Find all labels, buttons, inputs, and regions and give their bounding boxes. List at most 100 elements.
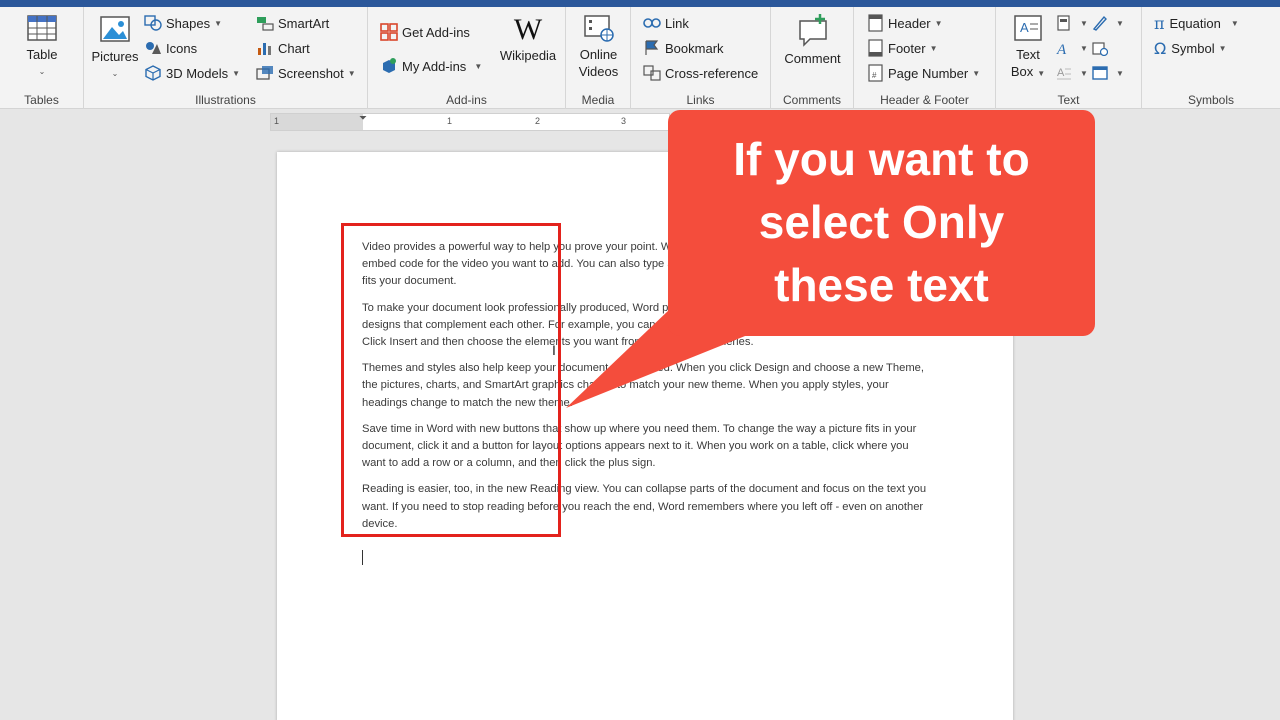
pi-icon: π: [1154, 13, 1165, 33]
chevron-down-icon: ▼: [1080, 68, 1088, 78]
group-illustrations: Pictures ⌄ Shapes ▼ Icons 3D Models ▼ Smar…: [84, 7, 368, 109]
chart-icon: [258, 43, 271, 55]
online-videos-label-1: Online: [579, 47, 618, 62]
quick-parts-button[interactable]: ▼: [1056, 12, 1088, 34]
online-videos-button[interactable]: Online Videos: [570, 13, 627, 80]
svg-text:A: A: [1056, 42, 1067, 56]
text-box-label-2: Box: [1010, 64, 1034, 79]
bookmark-label: Bookmark: [665, 40, 724, 56]
svg-text:#: #: [872, 71, 877, 80]
smartart-icon: [257, 17, 274, 31]
cross-reference-button[interactable]: Cross-reference: [643, 62, 758, 84]
header-button[interactable]: Header ▼: [868, 12, 943, 34]
chevron-down-icon: ▼: [934, 18, 943, 28]
chevron-down-icon: ⌄: [111, 69, 119, 78]
shapes-button[interactable]: Shapes ▼: [144, 12, 222, 34]
get-addins-button[interactable]: Get Add-ins: [380, 21, 470, 43]
bookmark-button[interactable]: Bookmark: [643, 37, 724, 59]
footer-icon: [868, 39, 883, 57]
link-button[interactable]: Link: [643, 12, 689, 34]
chart-label: Chart: [278, 40, 310, 56]
chevron-down-icon: ▼: [1116, 18, 1124, 28]
screenshot-label: Screenshot: [278, 65, 344, 81]
equation-label: Equation: [1169, 15, 1221, 31]
cube-icon: [145, 65, 161, 81]
group-links: Link Bookmark Cross-reference Links: [631, 7, 771, 109]
callout-line: If you want to: [733, 133, 1030, 185]
footer-button[interactable]: Footer ▼: [868, 37, 938, 59]
table-button-label: Table: [26, 47, 58, 62]
get-addins-label: Get Add-ins: [402, 24, 470, 40]
smartart-button[interactable]: SmartArt: [256, 12, 329, 34]
text-box-icon: A: [1014, 15, 1042, 41]
my-addins-button[interactable]: My Add-ins ▼: [380, 55, 482, 77]
3d-models-label: 3D Models: [166, 65, 229, 81]
omega-icon: Ω: [1154, 38, 1167, 58]
shapes-icon: [144, 15, 162, 31]
icons-label: Icons: [166, 40, 198, 56]
svg-text:A: A: [1057, 67, 1065, 79]
online-videos-label-2: Videos: [578, 64, 619, 79]
page-number-button[interactable]: # Page Number ▼: [868, 62, 980, 84]
wikipedia-button[interactable]: W Wikipedia: [496, 13, 560, 64]
wordart-button[interactable]: A ▼: [1056, 37, 1088, 59]
screenshot-icon: [256, 66, 273, 80]
online-video-icon: [583, 15, 614, 42]
cross-reference-icon: [643, 65, 661, 81]
chevron-down-icon: ▼: [929, 43, 938, 53]
page-number-icon: #: [868, 64, 883, 82]
chevron-down-icon: ▼: [214, 18, 223, 28]
link-label: Link: [665, 15, 689, 31]
text-cursor: [362, 550, 363, 565]
chevron-down-icon: ▼: [347, 68, 356, 78]
icons-button[interactable]: Icons: [144, 37, 197, 59]
equation-button[interactable]: π Equation ▼: [1154, 12, 1239, 34]
ruler-mark: 1: [447, 116, 453, 126]
header-label: Header: [888, 15, 931, 31]
horizontal-ruler[interactable]: 1 1 2 3 ⏷: [270, 113, 670, 131]
svg-text:A: A: [1020, 20, 1029, 35]
cross-reference-label: Cross-reference: [665, 65, 759, 81]
chevron-down-icon: ▼: [232, 68, 241, 78]
date-time-icon: [1092, 42, 1108, 56]
smartart-label: SmartArt: [278, 15, 330, 31]
ribbon-insert-tab: Table ⌄ Tables Pictures ⌄ Shapes ▼ Icons …: [0, 7, 1280, 109]
group-tables: Table ⌄ Tables: [0, 7, 84, 109]
wikipedia-label: Wikipedia: [499, 48, 557, 63]
object-icon: [1092, 66, 1108, 80]
chevron-down-icon: ⌄: [38, 67, 46, 76]
group-label-links: Links: [686, 93, 715, 107]
object-button[interactable]: ▼: [1092, 62, 1124, 84]
ruler-mark: 2: [535, 116, 541, 126]
chevron-down-icon: ▼: [1116, 68, 1124, 78]
group-label-addins: Add-ins: [446, 93, 487, 107]
screenshot-button[interactable]: Screenshot ▼: [256, 62, 356, 84]
chevron-down-icon: ▼: [474, 61, 483, 71]
chart-button[interactable]: Chart: [256, 37, 310, 59]
group-comments: Comment Comments: [771, 7, 854, 109]
group-label-media: Media: [581, 93, 615, 107]
group-label-text: Text: [1057, 93, 1080, 107]
signature-line-button[interactable]: ▼: [1092, 12, 1124, 34]
quick-parts-icon: [1057, 15, 1070, 31]
chevron-down-icon: ▼: [972, 68, 981, 78]
indent-marker-icon[interactable]: ⏷: [359, 113, 367, 124]
page-number-label: Page Number: [888, 65, 969, 81]
group-label-illustrations: Illustrations: [195, 93, 256, 107]
table-button[interactable]: Table ⌄: [18, 13, 66, 80]
footer-label: Footer: [888, 40, 926, 56]
comment-button[interactable]: Comment: [779, 13, 846, 67]
my-addins-label: My Add-ins: [402, 58, 467, 74]
drop-cap-button[interactable]: A ▼: [1056, 62, 1088, 84]
symbol-button[interactable]: Ω Symbol ▼: [1154, 37, 1227, 59]
group-media: Online Videos Media: [566, 7, 631, 109]
comment-icon: [798, 14, 827, 47]
addins-icon: [383, 58, 396, 73]
pictures-icon: [100, 16, 130, 42]
text-box-button[interactable]: A Text Box ▼: [1006, 13, 1050, 82]
3d-models-button[interactable]: 3D Models ▼: [144, 62, 240, 84]
chevron-down-icon: ▼: [1218, 43, 1227, 53]
group-symbols: π Equation ▼ Ω Symbol ▼ Symbols: [1142, 7, 1280, 109]
pictures-button[interactable]: Pictures ⌄: [90, 13, 140, 82]
date-time-button[interactable]: [1092, 37, 1112, 59]
